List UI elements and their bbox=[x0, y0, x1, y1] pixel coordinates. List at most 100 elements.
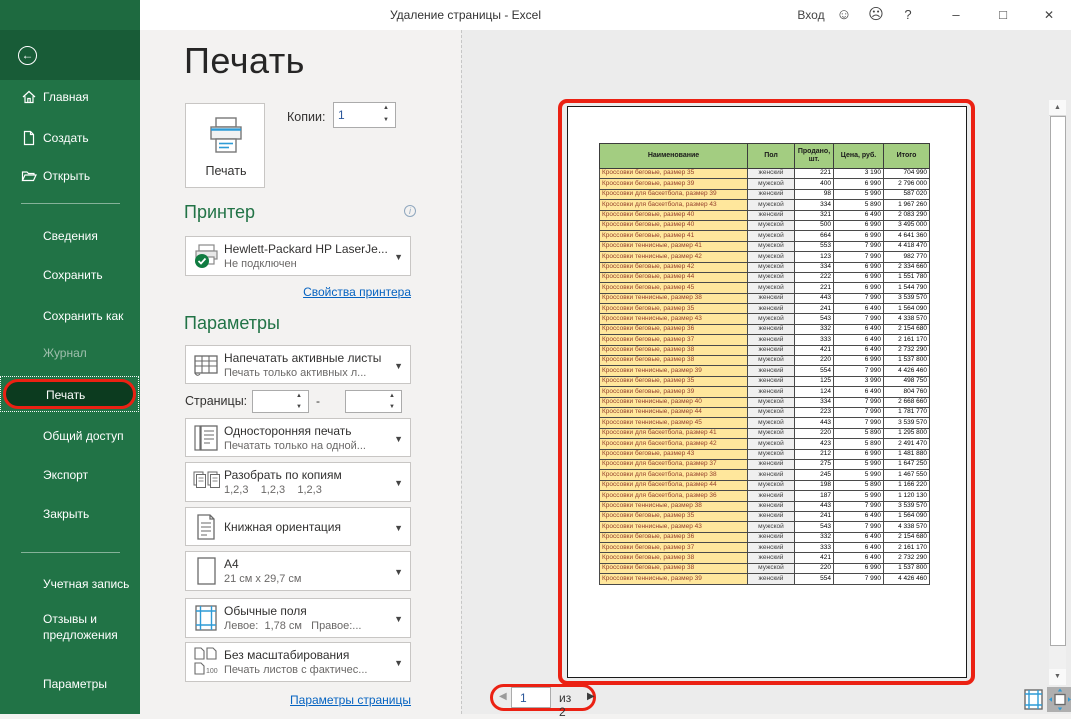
table-cell: Кроссовки беговые, размер 44 bbox=[600, 272, 748, 282]
printer-selector-dropdown[interactable]: Hewlett-Packard HP LaserJe... Не подключ… bbox=[185, 236, 411, 276]
back-arrow-button[interactable]: ← bbox=[18, 46, 37, 65]
table-cell: мужской bbox=[748, 407, 795, 417]
table-cell: женский bbox=[748, 387, 795, 397]
collate-dropdown[interactable]: Разобрать по копиям 1,2,3 1,2,3 1,2,3 ▼ bbox=[185, 462, 411, 502]
window-title: Удаление страницы - Excel bbox=[140, 0, 791, 30]
table-row: Кроссовки теннисные, размер 39женский554… bbox=[600, 574, 930, 584]
current-page-input[interactable] bbox=[511, 687, 551, 708]
copies-spinner[interactable]: ▲▼ bbox=[333, 102, 396, 128]
table-row: Кроссовки теннисные, размер 40мужской334… bbox=[600, 397, 930, 407]
table-cell: мужской bbox=[748, 314, 795, 324]
table-cell: 7 990 bbox=[834, 501, 884, 511]
scrollbar-up-arrow[interactable]: ▲ bbox=[1049, 100, 1066, 116]
smiley-face-icon[interactable]: ☺ bbox=[830, 0, 858, 30]
pages-from-input[interactable] bbox=[257, 391, 296, 412]
table-cell: мужской bbox=[748, 220, 795, 230]
table-cell: 221 bbox=[795, 283, 834, 293]
table-cell: Кроссовки беговые, размер 35 bbox=[600, 376, 748, 386]
active-sheets-icon bbox=[192, 351, 220, 379]
minimize-button[interactable]: – bbox=[940, 0, 972, 30]
frowny-face-icon[interactable]: ☹ bbox=[862, 0, 890, 30]
table-cell: 5 990 bbox=[834, 491, 884, 501]
scaling-dropdown[interactable]: 100 Без масштабирования Печать листов с … bbox=[185, 642, 411, 682]
printer-section-heading: Принтер bbox=[184, 202, 255, 223]
preview-scrollbar[interactable]: ▲ ▼ bbox=[1049, 100, 1066, 685]
pages-to-input[interactable] bbox=[350, 391, 389, 412]
table-cell: 982 770 bbox=[884, 252, 930, 262]
sidebar-item-print-active[interactable]: Печать bbox=[3, 379, 136, 409]
table-cell: Кроссовки беговые, размер 39 bbox=[600, 387, 748, 397]
close-button[interactable]: ✕ bbox=[1033, 0, 1065, 30]
table-row: Кроссовки беговые, размер 37женский3336 … bbox=[600, 543, 930, 553]
table-cell: Кроссовки для баскетбола, размер 36 bbox=[600, 491, 748, 501]
table-cell: 6 990 bbox=[834, 563, 884, 573]
next-page-arrow-icon[interactable]: ▶ bbox=[587, 691, 595, 702]
pages-from-down-arrow[interactable]: ▼ bbox=[292, 402, 306, 413]
open-folder-icon bbox=[21, 168, 37, 184]
print-what-dropdown[interactable]: Напечатать активные листы Печать только … bbox=[185, 345, 411, 384]
table-cell: 5 890 bbox=[834, 480, 884, 490]
table-row: Кроссовки беговые, размер 40мужской5006 … bbox=[600, 220, 930, 230]
table-cell: женский bbox=[748, 324, 795, 334]
maximize-button[interactable]: □ bbox=[987, 0, 1019, 30]
table-cell: Кроссовки беговые, размер 38 bbox=[600, 553, 748, 563]
table-row: Кроссовки беговые, размер 35женский1253 … bbox=[600, 376, 930, 386]
table-cell: 7 990 bbox=[834, 314, 884, 324]
zoom-to-page-button[interactable] bbox=[1047, 687, 1071, 712]
printer-properties-link[interactable]: Свойства принтера bbox=[303, 285, 411, 299]
copies-input[interactable] bbox=[338, 103, 381, 127]
table-cell: 332 bbox=[795, 324, 834, 334]
option-main-label: A4 bbox=[224, 557, 239, 571]
table-cell: Кроссовки беговые, размер 39 bbox=[600, 179, 748, 189]
scrollbar-thumb[interactable] bbox=[1050, 116, 1066, 646]
info-icon[interactable]: i bbox=[404, 205, 416, 217]
table-cell: 6 490 bbox=[834, 304, 884, 314]
table-cell: 1 120 130 bbox=[884, 491, 930, 501]
table-cell: 98 bbox=[795, 189, 834, 199]
table-cell: 1 537 800 bbox=[884, 563, 930, 573]
print-button-label: Печать bbox=[186, 164, 266, 178]
table-cell: 5 890 bbox=[834, 200, 884, 210]
table-cell: 7 990 bbox=[834, 522, 884, 532]
duplex-dropdown[interactable]: Односторонняя печать Печатать только на … bbox=[185, 418, 411, 457]
table-cell: 221 bbox=[795, 169, 834, 179]
table-cell: Кроссовки беговые, размер 38 bbox=[600, 356, 748, 366]
pages-from-spinner[interactable]: ▲▼ bbox=[252, 390, 309, 413]
table-cell: женский bbox=[748, 501, 795, 511]
page-setup-link[interactable]: Параметры страницы bbox=[290, 693, 411, 707]
pages-to-down-arrow[interactable]: ▼ bbox=[385, 402, 399, 413]
table-row: Кроссовки теннисные, размер 42мужской123… bbox=[600, 252, 930, 262]
previous-page-arrow-icon[interactable]: ◀ bbox=[499, 691, 507, 702]
help-button[interactable]: ? bbox=[896, 0, 920, 30]
table-cell: 6 990 bbox=[834, 272, 884, 282]
table-cell: Кроссовки теннисные, размер 43 bbox=[600, 314, 748, 324]
copies-down-arrow[interactable]: ▼ bbox=[379, 115, 393, 127]
table-row: Кроссовки беговые, размер 38женский4216 … bbox=[600, 345, 930, 355]
table-cell: 400 bbox=[795, 179, 834, 189]
table-cell: Кроссовки теннисные, размер 43 bbox=[600, 522, 748, 532]
scrollbar-down-arrow[interactable]: ▼ bbox=[1049, 669, 1066, 685]
table-cell: 1 295 800 bbox=[884, 428, 930, 438]
table-cell: Кроссовки беговые, размер 38 bbox=[600, 345, 748, 355]
option-sub-label: Печатать только на одной... bbox=[224, 440, 366, 452]
table-row: Кроссовки для баскетбола, размер 39женск… bbox=[600, 189, 930, 199]
table-cell: женский bbox=[748, 574, 795, 584]
pages-to-spinner[interactable]: ▲▼ bbox=[345, 390, 402, 413]
paper-size-dropdown[interactable]: A4 21 см x 29,7 см ▼ bbox=[185, 551, 411, 591]
margins-dropdown[interactable]: Обычные поля Левое: 1,78 см Правое:... ▼ bbox=[185, 598, 411, 638]
sign-in-button[interactable]: Вход bbox=[793, 0, 829, 30]
table-cell: Кроссовки беговые, размер 37 bbox=[600, 543, 748, 553]
table-cell: мужской bbox=[748, 439, 795, 449]
pages-to-up-arrow[interactable]: ▲ bbox=[385, 391, 399, 402]
copies-up-arrow[interactable]: ▲ bbox=[379, 103, 393, 115]
table-cell: Кроссовки беговые, размер 35 bbox=[600, 169, 748, 179]
table-cell: мужской bbox=[748, 200, 795, 210]
show-margins-button[interactable] bbox=[1024, 689, 1043, 710]
print-button[interactable]: Печать bbox=[185, 103, 265, 188]
table-cell: 1 166 220 bbox=[884, 480, 930, 490]
table-cell: 4 338 570 bbox=[884, 522, 930, 532]
table-cell: 6 490 bbox=[834, 387, 884, 397]
table-cell: 4 338 570 bbox=[884, 314, 930, 324]
pages-from-up-arrow[interactable]: ▲ bbox=[292, 391, 306, 402]
orientation-dropdown[interactable]: Книжная ориентация ▼ bbox=[185, 507, 411, 546]
